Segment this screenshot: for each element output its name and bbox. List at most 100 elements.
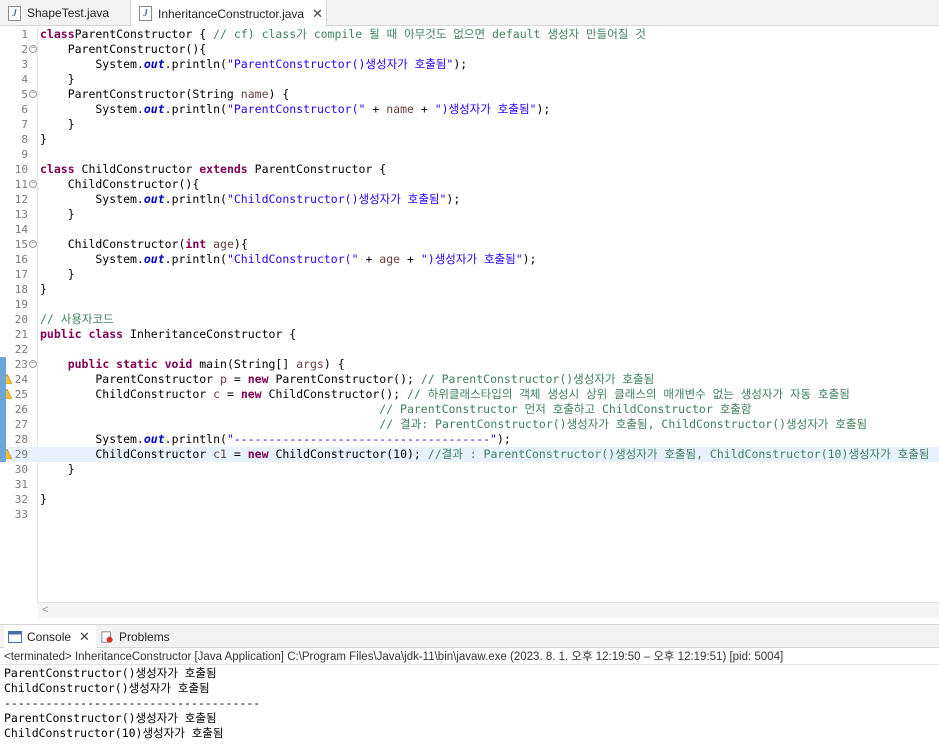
code-text: // ParentConstructor 먼저 호출하고 ChildConstr… (379, 402, 752, 416)
change-marker (0, 447, 6, 462)
code-line[interactable]: 26 // ParentConstructor 먼저 호출하고 ChildCon… (0, 402, 939, 417)
code-line[interactable]: 4 } (0, 72, 939, 87)
change-marker (0, 357, 6, 372)
code-text: } (40, 72, 75, 86)
tab-problems-label: Problems (119, 630, 170, 644)
code-line[interactable]: 22 (0, 342, 939, 357)
line-number: 5 (21, 88, 28, 101)
console-line: ------------------------------------- (4, 696, 261, 710)
line-number: 13 (14, 208, 28, 221)
code-line[interactable]: 29 ChildConstructor c1 = new ChildConstr… (0, 447, 939, 462)
code-line[interactable]: 23− public static void main(String[] arg… (0, 357, 939, 372)
code-line[interactable]: 9 (0, 147, 939, 162)
console-line: ParentConstructor()생성자가 호출됨 (4, 711, 217, 725)
line-number: 9 (21, 148, 28, 161)
close-icon[interactable]: ✕ (79, 629, 90, 645)
line-number: 7 (21, 118, 28, 131)
code-text: ChildConstructor c1 = new ChildConstruct… (40, 447, 930, 461)
code-text: // 결과: ParentConstructor()생성자가 호출됨, Chil… (379, 417, 868, 431)
code-line[interactable]: 27 // 결과: ParentConstructor()생성자가 호출됨, C… (0, 417, 939, 432)
change-marker (0, 372, 6, 387)
code-line[interactable]: 12 System.out.println("ChildConstructor(… (0, 192, 939, 207)
close-icon[interactable]: ✕ (312, 6, 323, 22)
code-line[interactable]: 25 ChildConstructor c = new ChildConstru… (0, 387, 939, 402)
code-line[interactable]: 17 } (0, 267, 939, 282)
code-line[interactable]: 13 } (0, 207, 939, 222)
code-line[interactable]: 5− ParentConstructor(String name) { (0, 87, 939, 102)
fold-toggle-icon[interactable]: − (29, 45, 37, 53)
code-line[interactable]: 21 public class InheritanceConstructor { (0, 327, 939, 342)
line-number: 32 (14, 493, 28, 506)
code-text: } (40, 207, 75, 221)
code-line[interactable]: 14 (0, 222, 939, 237)
code-text: ChildConstructor c = new ChildConstructo… (40, 387, 850, 401)
code-line[interactable]: 1 classParentConstructor { // cf) class가 … (0, 27, 939, 42)
code-line[interactable]: 28 System.out.println("-----------------… (0, 432, 939, 447)
code-line[interactable]: 2− ParentConstructor(){ (0, 42, 939, 57)
code-line[interactable]: 20 // 사용자코드 (0, 312, 939, 327)
console-status-line: <terminated> InheritanceConstructor [Jav… (0, 649, 939, 665)
code-text: } (40, 492, 47, 506)
code-line[interactable]: 32} (0, 492, 939, 507)
java-file-icon: J (8, 5, 21, 21)
tab-console-label: Console (27, 630, 72, 644)
line-number: 8 (21, 133, 28, 146)
code-line[interactable]: 3 System.out.println("ParentConstructor(… (0, 57, 939, 72)
editor-tab-bar: J ShapeTest.java J InheritanceConstructo… (0, 0, 939, 27)
code-line[interactable]: 24 ParentConstructor p = new ParentConst… (0, 372, 939, 387)
editor-horizontal-scrollbar[interactable]: < (38, 602, 939, 618)
fold-toggle-icon[interactable]: − (29, 240, 37, 248)
code-line[interactable]: 8} (0, 132, 939, 147)
change-marker (0, 402, 6, 417)
code-text: System.out.println("ParentConstructor(" … (40, 102, 551, 116)
line-number: 21 (14, 328, 28, 341)
java-file-icon: J (139, 6, 152, 21)
code-line[interactable]: 33 (0, 507, 939, 522)
code-line[interactable]: 6 System.out.println("ParentConstructor(… (0, 102, 939, 117)
console-icon (8, 631, 22, 643)
code-line[interactable]: 15− ChildConstructor(int age){ (0, 237, 939, 252)
code-editor[interactable]: 1 classParentConstructor { // cf) class가 … (0, 27, 939, 618)
code-text: ChildConstructor(){ (40, 177, 200, 191)
line-number: 22 (14, 343, 28, 356)
line-number: 30 (14, 463, 28, 476)
fold-toggle-icon[interactable]: − (29, 90, 37, 98)
tab-shapetest[interactable]: J ShapeTest.java (0, 0, 131, 26)
code-line[interactable]: 10 class ChildConstructor extends ParentC… (0, 162, 939, 177)
console-output[interactable]: ParentConstructor()생성자가 호출됨 ChildConstruc… (4, 666, 934, 741)
line-number: 19 (14, 298, 28, 311)
code-text: ParentConstructor p = new ParentConstruc… (40, 372, 655, 386)
line-number: 17 (14, 268, 28, 281)
code-text: System.out.println("ParentConstructor()생… (40, 57, 468, 71)
code-line[interactable]: 16 System.out.println("ChildConstructor(… (0, 252, 939, 267)
fold-toggle-icon[interactable]: − (29, 180, 37, 188)
fold-toggle-icon[interactable]: − (29, 360, 37, 368)
change-marker (0, 417, 6, 432)
code-line[interactable]: 7 } (0, 117, 939, 132)
code-text: System.out.println("ChildConstructor()생성… (40, 192, 461, 206)
line-number: 6 (21, 103, 28, 116)
scroll-left-icon[interactable]: < (42, 604, 48, 616)
code-text: System.out.println("ChildConstructor(" +… (40, 252, 537, 266)
line-number: 18 (14, 283, 28, 296)
code-line[interactable]: 11− ChildConstructor(){ (0, 177, 939, 192)
console-line: ParentConstructor()생성자가 호출됨 (4, 666, 217, 680)
code-line[interactable]: 30 } (0, 462, 939, 477)
code-text: } (40, 267, 75, 281)
tab-inheritanceconstructor[interactable]: J InheritanceConstructor.java ✕ (131, 0, 327, 27)
code-text: public static void main(String[] args) { (67, 357, 345, 371)
code-text: ChildConstructor(int age){ (40, 237, 248, 251)
tab-problems[interactable]: Problems (98, 625, 188, 649)
line-number: 4 (21, 73, 28, 86)
tab-console[interactable]: Console ✕ (4, 625, 96, 649)
line-number: 10 (14, 163, 28, 176)
code-text: } (40, 282, 47, 296)
line-number: 12 (14, 193, 28, 206)
line-number: 11 (14, 178, 28, 191)
code-line[interactable]: 31 (0, 477, 939, 492)
problems-icon (101, 631, 113, 643)
code-line[interactable]: 18} (0, 282, 939, 297)
code-line[interactable]: 19 (0, 297, 939, 312)
tab-label: InheritanceConstructor.java (158, 6, 305, 21)
tab-label: ShapeTest.java (27, 6, 110, 20)
